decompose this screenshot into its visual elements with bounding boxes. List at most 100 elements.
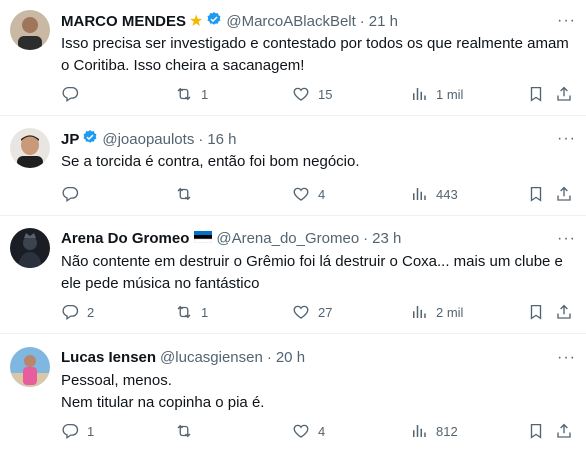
- display-name[interactable]: Lucas Iensen: [61, 348, 156, 368]
- view-count: 443: [436, 186, 458, 202]
- retweet-icon: [177, 87, 191, 101]
- avatar[interactable]: [10, 228, 50, 268]
- retweet-icon: [177, 305, 191, 319]
- tweet[interactable]: Lucas Iensen @lucasgiensen · 20 h ··· Pe…: [0, 334, 586, 455]
- tweet-text-line: o Coritiba. Isso cheira a sacanagem!: [61, 57, 305, 74]
- reply-button[interactable]: 2: [61, 303, 94, 321]
- share-button[interactable]: [555, 185, 573, 203]
- retweet-button[interactable]: [175, 422, 201, 440]
- heart-icon: [293, 87, 309, 101]
- tweet-text-line: ele pede música no fantástico: [61, 275, 260, 292]
- tweet-text-line: Não contente em destruir o Grêmio foi lá…: [61, 253, 563, 270]
- separator: ·: [266, 349, 272, 366]
- separator: ·: [359, 13, 365, 30]
- share-icon: [557, 86, 571, 101]
- share-icon: [557, 186, 571, 201]
- estonia-flag-icon: [194, 229, 213, 249]
- tweet-text: Isso precisa ser investigado e contestad…: [61, 33, 572, 77]
- display-name[interactable]: Arena Do Gromeo: [61, 229, 189, 249]
- reply-count: 2: [87, 304, 95, 320]
- heart-icon: [293, 424, 309, 438]
- tweet-actions: 1 4 812: [61, 422, 581, 442]
- like-button[interactable]: 15: [292, 85, 332, 103]
- tweet-text: Não contente em destruir o Grêmio foi lá…: [61, 251, 572, 295]
- retweet-button[interactable]: 1: [175, 303, 208, 321]
- views-button[interactable]: 2 mil: [410, 303, 463, 321]
- tweet-text-line: Isso precisa ser investigado e contestad…: [61, 35, 569, 52]
- view-count: 1 mil: [436, 86, 464, 102]
- heart-icon: [293, 187, 309, 201]
- reply-count: 1: [87, 423, 95, 439]
- retweet-count: 1: [201, 86, 209, 102]
- retweet-button[interactable]: [175, 185, 201, 203]
- retweet-icon: [177, 424, 191, 438]
- handle[interactable]: @Arena_do_Gromeo: [216, 229, 359, 249]
- tweet[interactable]: Arena Do Gromeo @Arena_do_Gromeo · 23 h …: [0, 216, 586, 334]
- tweet-actions: 1 15 1 mil: [61, 85, 581, 105]
- handle[interactable]: @joaopaulots: [102, 130, 194, 150]
- reply-icon: [62, 186, 79, 203]
- like-button[interactable]: 4: [292, 185, 325, 203]
- reply-button[interactable]: [61, 85, 87, 103]
- avatar[interactable]: [10, 10, 50, 50]
- like-count: 4: [318, 186, 326, 202]
- views-bar-chart-icon: [413, 425, 426, 437]
- reply-icon: [62, 423, 79, 440]
- share-button[interactable]: [555, 303, 573, 321]
- share-icon: [557, 423, 571, 438]
- bookmark-button[interactable]: [527, 85, 545, 103]
- display-name[interactable]: MARCO MENDES: [61, 12, 186, 32]
- display-name[interactable]: JP: [61, 130, 79, 150]
- star-icon: ★: [189, 13, 204, 30]
- retweet-count: 1: [201, 304, 209, 320]
- reply-button[interactable]: [61, 185, 87, 203]
- more-options-icon[interactable]: ···: [557, 350, 576, 366]
- reply-button[interactable]: 1: [61, 422, 94, 440]
- timestamp[interactable]: 20 h: [276, 348, 305, 368]
- bookmark-button[interactable]: [527, 422, 545, 440]
- more-options-icon[interactable]: ···: [557, 231, 576, 247]
- tweet-actions: 4 443: [61, 185, 581, 205]
- timestamp[interactable]: 23 h: [372, 229, 401, 249]
- bookmark-button[interactable]: [527, 303, 545, 321]
- bookmark-icon: [530, 304, 542, 320]
- retweet-button[interactable]: 1: [175, 85, 208, 103]
- bookmark-button[interactable]: [527, 185, 545, 203]
- more-options-icon[interactable]: ···: [557, 13, 576, 29]
- retweet-icon: [177, 187, 191, 201]
- share-button[interactable]: [555, 85, 573, 103]
- like-count: 4: [318, 423, 326, 439]
- views-button[interactable]: 443: [410, 185, 458, 203]
- tweet-text: Pessoal, menos. Nem titular na copinha o…: [61, 370, 572, 414]
- separator: ·: [198, 131, 204, 148]
- verified-badge-icon: [82, 129, 98, 151]
- avatar[interactable]: [10, 347, 50, 387]
- separator: ·: [363, 230, 369, 247]
- handle[interactable]: @lucasgiensen: [160, 348, 263, 368]
- share-button[interactable]: [555, 422, 573, 440]
- avatar[interactable]: [10, 128, 50, 168]
- share-icon: [557, 304, 571, 319]
- like-count: 15: [318, 86, 333, 102]
- reply-feed: MARCO MENDES ★ @MarcoABlackBelt · 21 h ·…: [0, 0, 586, 455]
- views-bar-chart-icon: [413, 306, 426, 318]
- reply-icon: [62, 304, 79, 321]
- timestamp[interactable]: 16 h: [207, 130, 236, 150]
- handle[interactable]: @MarcoABlackBelt: [226, 12, 355, 32]
- verified-badge-icon: [206, 11, 222, 33]
- bookmark-icon: [530, 423, 542, 439]
- bookmark-icon: [530, 186, 542, 202]
- views-button[interactable]: 812: [410, 422, 458, 440]
- timestamp[interactable]: 21 h: [369, 12, 398, 32]
- heart-icon: [293, 305, 309, 319]
- tweet-text-line: Nem titular na copinha o pia é.: [61, 394, 265, 411]
- tweet[interactable]: MARCO MENDES ★ @MarcoABlackBelt · 21 h ·…: [0, 0, 586, 116]
- views-button[interactable]: 1 mil: [410, 85, 463, 103]
- view-count: 2 mil: [436, 304, 464, 320]
- more-options-icon[interactable]: ···: [557, 131, 576, 147]
- like-button[interactable]: 4: [292, 422, 325, 440]
- tweet[interactable]: JP @joaopaulots · 16 h ··· Se a torcida …: [0, 116, 586, 216]
- tweet-actions: 2 1 27 2 mil: [61, 303, 581, 323]
- like-button[interactable]: 27: [292, 303, 332, 321]
- tweet-text-line: Se a torcida é contra, então foi bom neg…: [61, 153, 360, 170]
